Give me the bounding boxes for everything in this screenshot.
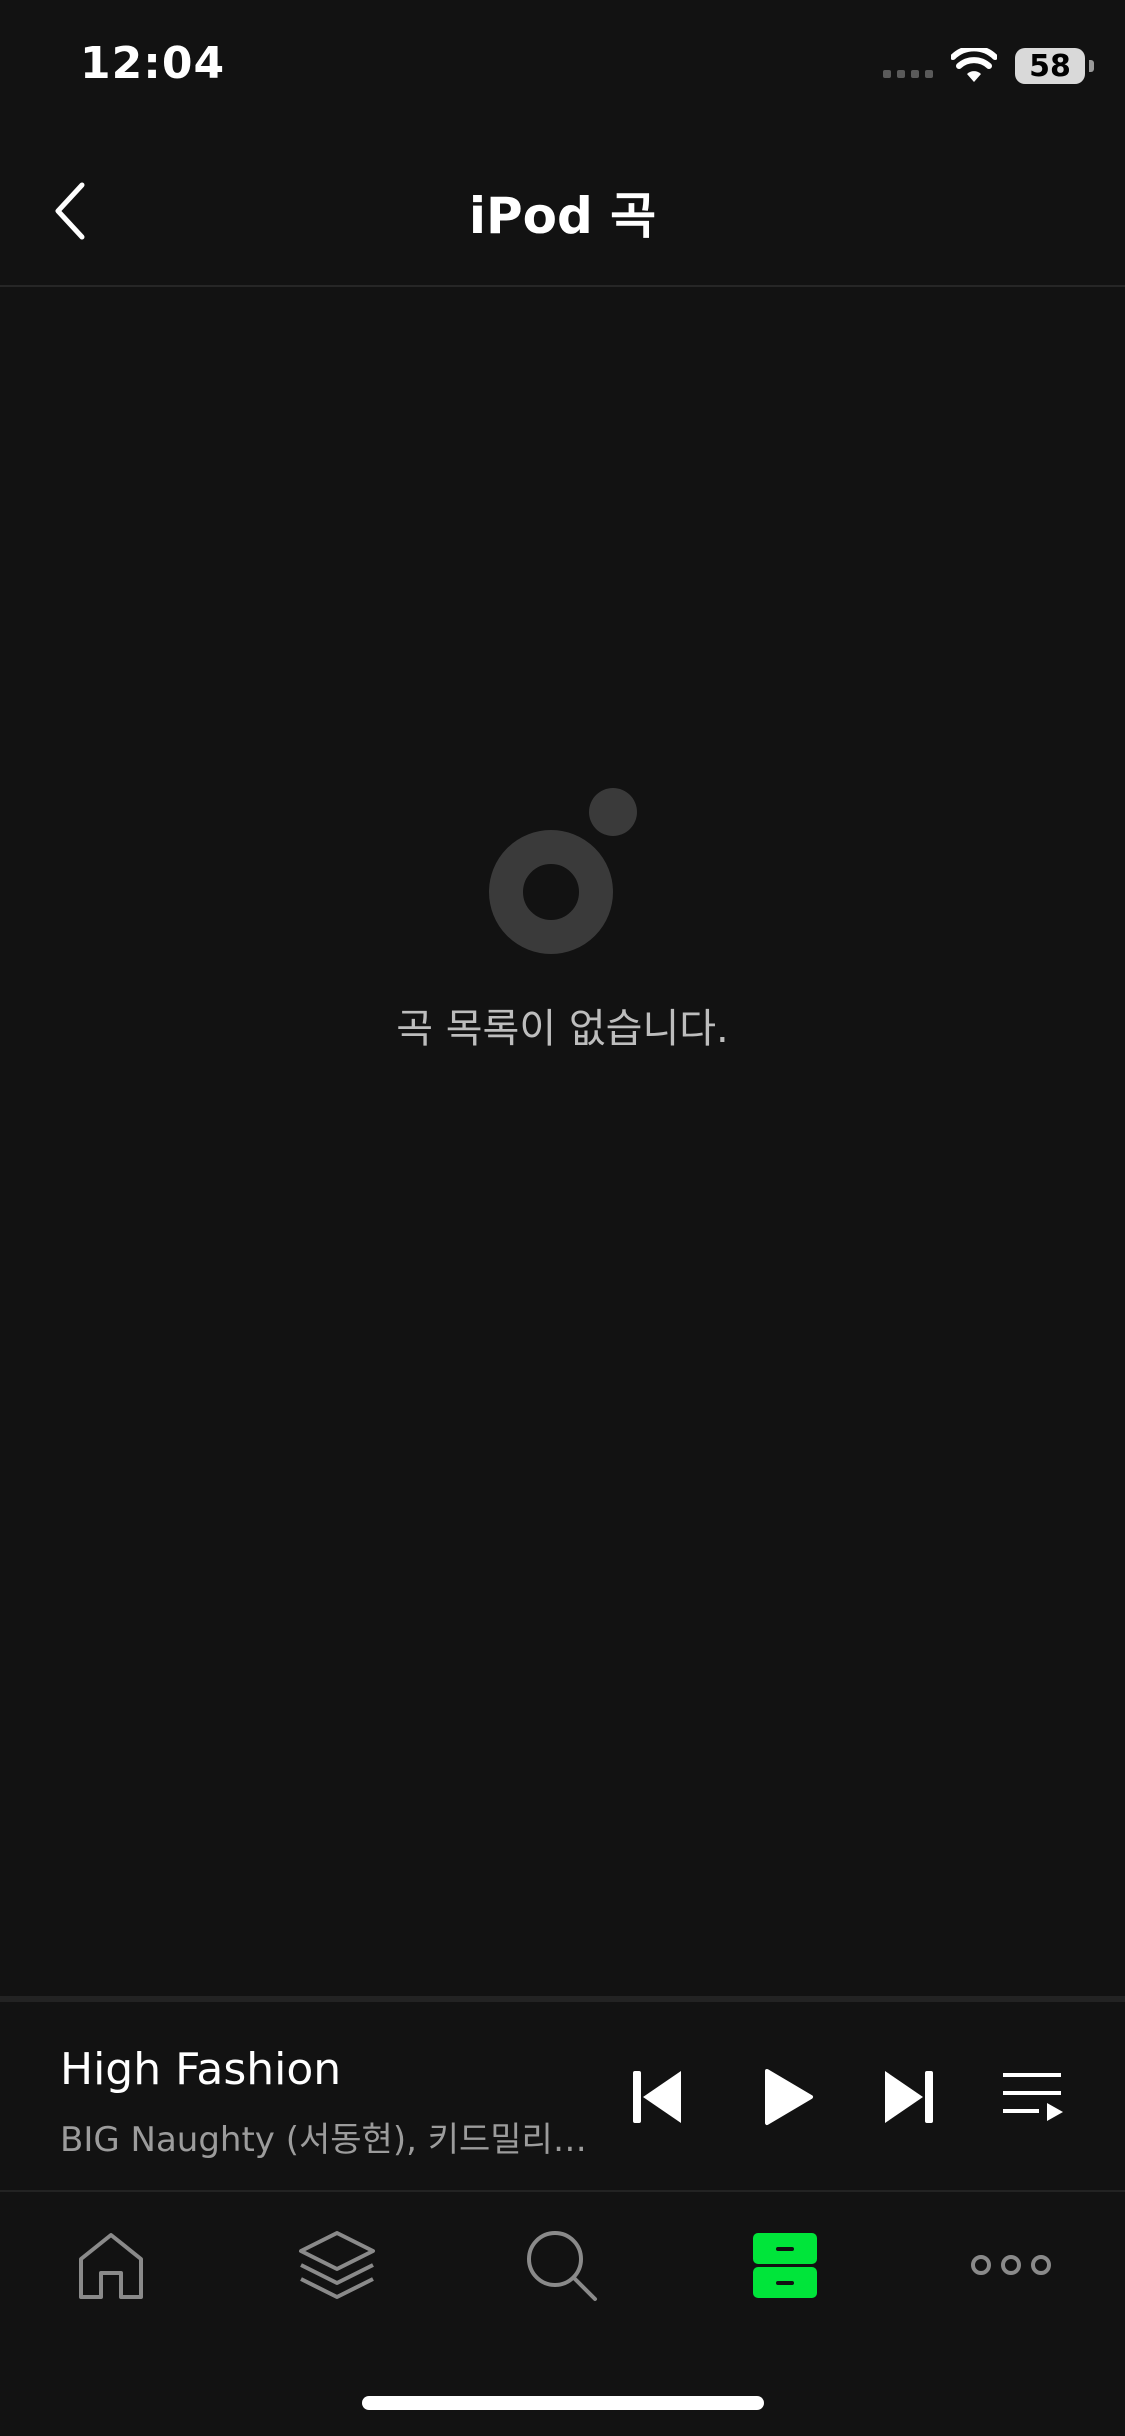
previous-icon bbox=[633, 2071, 681, 2123]
app-logo-icon bbox=[488, 788, 637, 954]
playlist-icon bbox=[1003, 2073, 1063, 2121]
tab-bar bbox=[0, 2186, 1125, 2336]
cellular-signal-icon bbox=[883, 54, 933, 78]
battery-icon: 58 bbox=[1015, 48, 1094, 84]
page-title: iPod 곡 bbox=[468, 187, 657, 245]
track-title[interactable]: High Fashion bbox=[60, 2044, 341, 2095]
navigation-header: iPod 곡 bbox=[0, 130, 1125, 287]
status-bar: 12:04 58 bbox=[0, 0, 1125, 130]
next-icon bbox=[885, 2071, 933, 2123]
tab-browse[interactable] bbox=[292, 2220, 382, 2310]
tab-more[interactable] bbox=[966, 2220, 1056, 2310]
home-indicator[interactable] bbox=[362, 2396, 764, 2410]
tab-home[interactable] bbox=[66, 2220, 156, 2310]
mini-player[interactable]: High Fashion BIG Naughty (서동현), 키드밀리… bbox=[0, 1996, 1125, 2192]
search-icon bbox=[527, 2231, 597, 2301]
playlist-button[interactable] bbox=[998, 2062, 1068, 2132]
play-icon bbox=[765, 2069, 813, 2125]
tab-library[interactable] bbox=[740, 2220, 830, 2310]
status-time: 12:04 bbox=[80, 38, 226, 89]
track-artist[interactable]: BIG Naughty (서동현), 키드밀리… bbox=[60, 2112, 587, 2161]
layers-icon bbox=[299, 2231, 375, 2299]
library-icon bbox=[753, 2233, 817, 2298]
wifi-icon bbox=[951, 48, 997, 82]
tab-search[interactable] bbox=[516, 2220, 606, 2310]
empty-state: 곡 목록이 없습니다. bbox=[0, 780, 1125, 1054]
next-button[interactable] bbox=[874, 2062, 944, 2132]
previous-button[interactable] bbox=[622, 2062, 692, 2132]
status-indicators: 58 bbox=[883, 48, 1094, 84]
play-button[interactable] bbox=[752, 2062, 822, 2132]
home-icon bbox=[79, 2233, 143, 2299]
more-icon bbox=[971, 2255, 1051, 2275]
empty-message: 곡 목록이 없습니다. bbox=[396, 1006, 729, 1052]
